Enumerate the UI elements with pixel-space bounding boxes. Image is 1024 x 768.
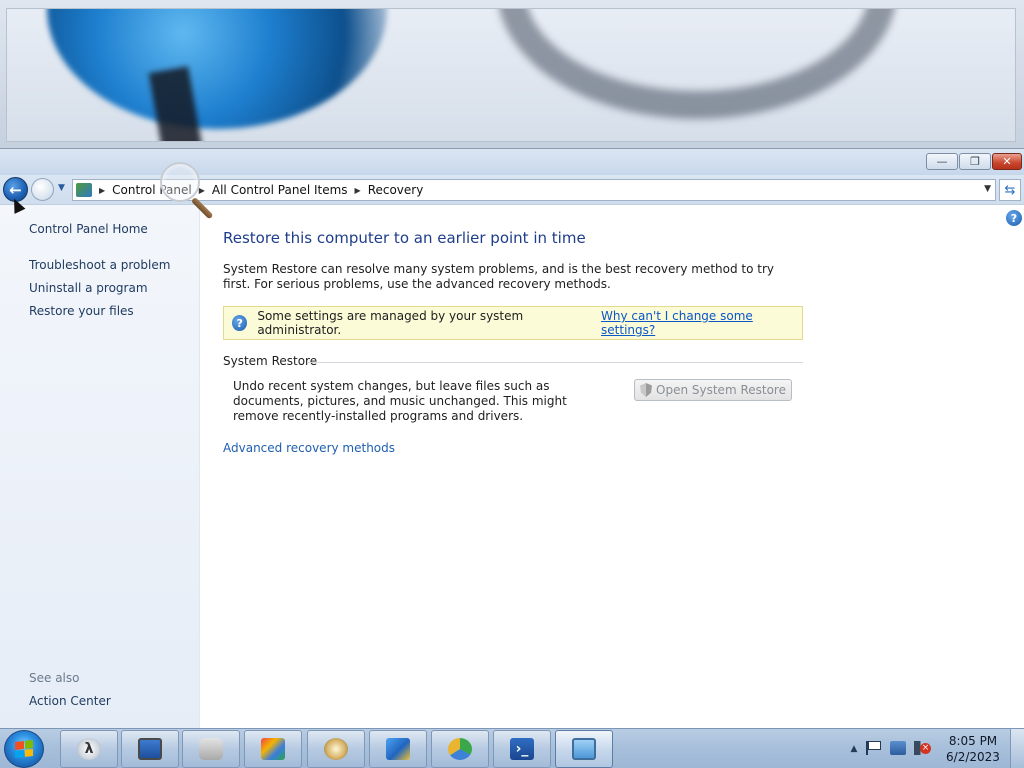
start-button[interactable] bbox=[4, 730, 44, 768]
volume-muted-icon[interactable] bbox=[914, 741, 931, 755]
window-controls: — ❐ ✕ bbox=[926, 153, 1022, 170]
control-panel-items-icon bbox=[261, 738, 285, 760]
taskbar-monitor[interactable] bbox=[121, 730, 179, 768]
powershell-icon: ›_ bbox=[510, 738, 534, 760]
close-icon: ✕ bbox=[1002, 155, 1012, 168]
refresh-button[interactable]: ⇆ bbox=[999, 179, 1021, 201]
gauge-icon bbox=[324, 738, 348, 760]
control-panel-icon bbox=[76, 183, 92, 197]
monitor-icon bbox=[138, 738, 162, 760]
help-icon[interactable]: ? bbox=[1006, 210, 1022, 226]
taskbar: λ ›_ ▲ 8:05 PM 6/2/2023 bbox=[0, 728, 1024, 768]
taskbar-sync[interactable] bbox=[431, 730, 489, 768]
restore-button[interactable]: ❐ bbox=[959, 153, 991, 170]
control-panel-icon bbox=[572, 738, 596, 760]
magnifier-lens-icon bbox=[160, 162, 200, 202]
taskbar-lambda[interactable]: λ bbox=[60, 730, 118, 768]
recovery-window: — ❐ ✕ ← ▼ ▶ Control Panel ▶ All Control … bbox=[0, 148, 1024, 729]
action-center-flag-icon[interactable] bbox=[866, 741, 882, 755]
address-bar[interactable]: ▶ Control Panel ▶ All Control Panel Item… bbox=[72, 179, 996, 201]
page-description: System Restore can resolve many system p… bbox=[223, 262, 775, 291]
system-restore-description: Undo recent system changes, but leave fi… bbox=[233, 379, 567, 423]
show-hidden-icons-button[interactable]: ▲ bbox=[848, 736, 860, 762]
open-system-restore-label: Open System Restore bbox=[656, 383, 786, 397]
uninstall-program-link[interactable]: Uninstall a program bbox=[29, 281, 148, 295]
wallpaper-ring bbox=[497, 9, 897, 119]
sync-icon bbox=[448, 738, 472, 760]
troubleshoot-link[interactable]: Troubleshoot a problem bbox=[29, 258, 170, 272]
drive-icon bbox=[199, 738, 223, 760]
recent-pages-dropdown[interactable]: ▼ bbox=[58, 183, 65, 193]
desktop-wallpaper bbox=[0, 0, 1024, 152]
title-bar[interactable]: — ❐ ✕ bbox=[0, 149, 1024, 175]
system-restore-heading: System Restore bbox=[223, 354, 318, 368]
action-center-link[interactable]: Action Center bbox=[29, 694, 111, 708]
clock-date: 6/2/2023 bbox=[946, 750, 1000, 764]
network-users-icon bbox=[386, 738, 410, 760]
page-title: Restore this computer to an earlier poin… bbox=[223, 229, 586, 247]
clock-time: 8:05 PM bbox=[948, 734, 998, 748]
breadcrumb-arrow-icon[interactable]: ▶ bbox=[199, 186, 205, 195]
taskbar-drive[interactable] bbox=[182, 730, 240, 768]
wallpaper-image bbox=[6, 8, 1016, 142]
left-navigation-pane: Control Panel Home Troubleshoot a proble… bbox=[0, 205, 200, 729]
taskbar-network-users[interactable] bbox=[369, 730, 427, 768]
restore-icon: ❐ bbox=[970, 155, 980, 168]
breadcrumb-arrow-icon[interactable]: ▶ bbox=[355, 186, 361, 195]
refresh-icon: ⇆ bbox=[1004, 182, 1016, 198]
breadcrumb-recovery[interactable]: Recovery bbox=[368, 183, 424, 197]
forward-button[interactable] bbox=[31, 178, 54, 201]
lambda-icon: λ bbox=[77, 738, 101, 760]
close-button[interactable]: ✕ bbox=[992, 153, 1022, 170]
clock[interactable]: 8:05 PM 6/2/2023 bbox=[940, 733, 1006, 765]
breadcrumb-arrow-icon[interactable]: ▶ bbox=[99, 186, 105, 195]
show-desktop-button[interactable] bbox=[1010, 729, 1024, 768]
control-panel-home-link[interactable]: Control Panel Home bbox=[29, 222, 148, 236]
info-bar-text: Some settings are managed by your system… bbox=[257, 309, 524, 337]
uac-shield-icon bbox=[640, 383, 653, 397]
address-dropdown-icon[interactable]: ▼ bbox=[984, 184, 991, 194]
taskbar-gauge[interactable] bbox=[307, 730, 365, 768]
admin-info-bar: ? Some settings are managed by your syst… bbox=[223, 306, 803, 340]
open-system-restore-button[interactable]: Open System Restore bbox=[634, 379, 792, 401]
taskbar-control-panel-items[interactable] bbox=[244, 730, 302, 768]
restore-files-link[interactable]: Restore your files bbox=[29, 304, 134, 318]
minimize-icon: — bbox=[936, 155, 948, 168]
breadcrumb-all-items[interactable]: All Control Panel Items bbox=[212, 183, 348, 197]
minimize-button[interactable]: — bbox=[926, 153, 958, 170]
windows-logo-icon bbox=[15, 740, 33, 758]
wallpaper-blue-sphere bbox=[47, 9, 387, 129]
section-divider bbox=[307, 362, 803, 363]
network-icon[interactable] bbox=[890, 741, 906, 755]
taskbar-control-panel[interactable] bbox=[555, 730, 613, 768]
navigation-bar: ← ▼ ▶ Control Panel ▶ All Control Panel … bbox=[0, 175, 1024, 205]
see-also-heading: See also bbox=[29, 671, 80, 685]
info-help-icon: ? bbox=[232, 315, 248, 331]
back-arrow-icon: ← bbox=[9, 180, 22, 199]
advanced-recovery-link[interactable]: Advanced recovery methods bbox=[223, 441, 395, 455]
why-cant-change-link[interactable]: Why can't I change some settings? bbox=[601, 309, 802, 337]
taskbar-powershell[interactable]: ›_ bbox=[493, 730, 551, 768]
